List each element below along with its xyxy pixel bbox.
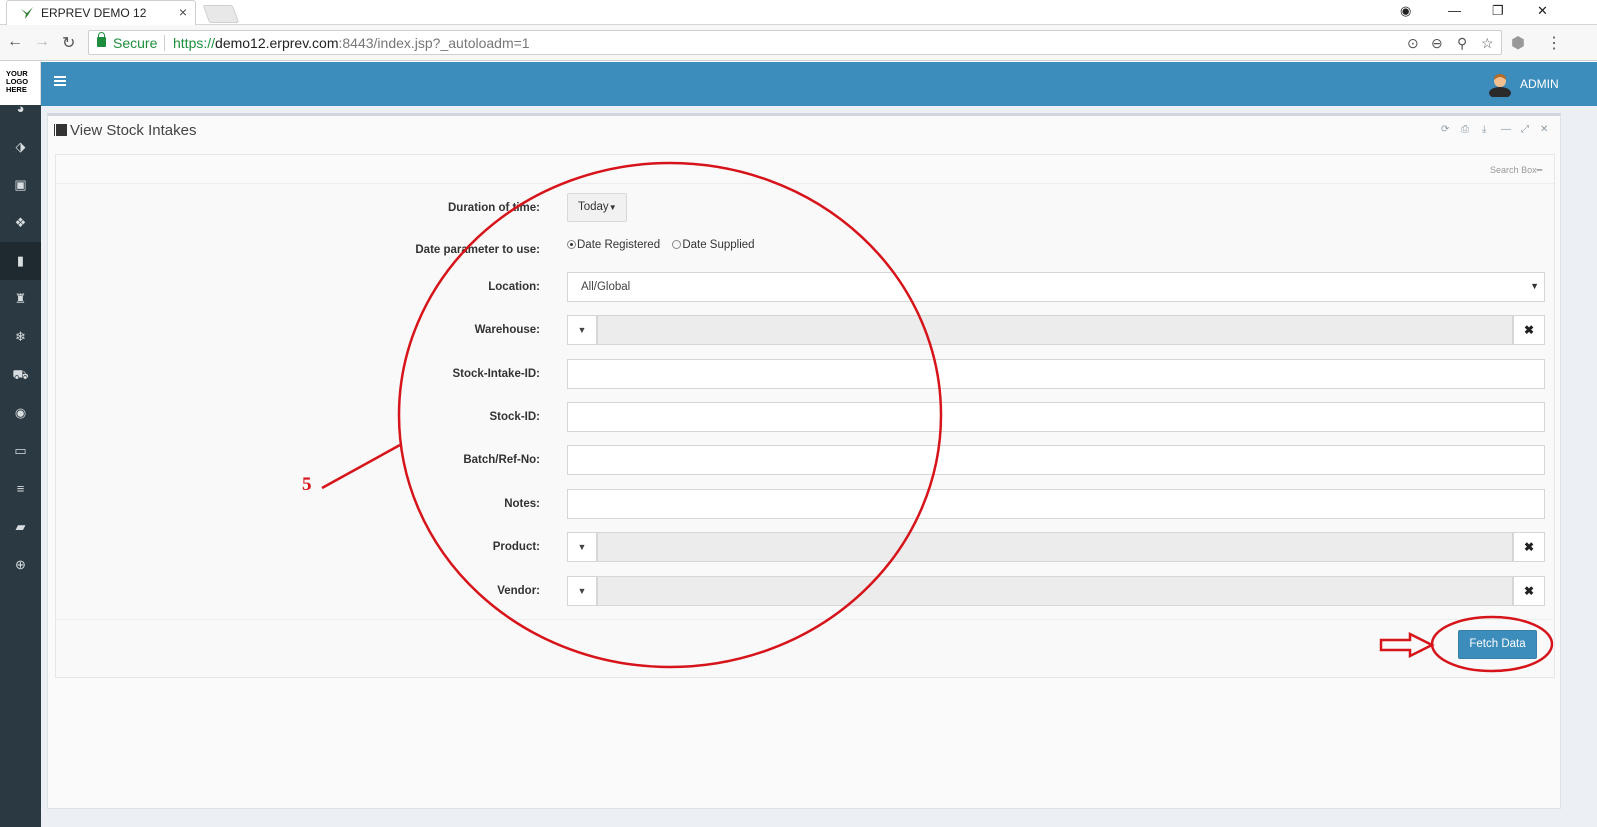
warehouse-clear-icon[interactable]: ✖ xyxy=(1513,315,1545,345)
sidebar: YOUR LOGO HERE ◕ ⬗ ▣ ❖ ▮ ♜ ❄ ⛟ ◉ ▭ ≡ ▰ ⊕ xyxy=(0,62,41,827)
search-box-text: Search Box xyxy=(1490,165,1537,175)
address-bar: ← → ↻ Secure https://demo12.erprev.com:8… xyxy=(0,25,1597,61)
back-icon[interactable]: ← xyxy=(7,33,23,51)
money-icon[interactable]: ▣ xyxy=(0,166,41,204)
select-caret-icon: ▼ xyxy=(1530,281,1539,291)
stock-intake-id-input[interactable] xyxy=(567,359,1545,389)
form-divider xyxy=(55,619,1553,620)
notes-label: Notes: xyxy=(504,498,540,510)
radio-date-registered-label: Date Registered xyxy=(577,239,661,251)
lock-icon xyxy=(97,32,106,47)
date-param-options: Date Registered Date Supplied xyxy=(567,239,755,251)
url-scheme: https:// xyxy=(173,35,216,51)
refresh-icon[interactable]: ⟳ xyxy=(1441,124,1449,135)
expand-icon[interactable]: ⤢ xyxy=(1521,124,1529,135)
url-path: :8443/index.jsp?_autoloadm=1 xyxy=(338,35,530,51)
browser-menu-icon[interactable]: ⋮ xyxy=(1546,33,1562,53)
browser-tab[interactable]: ERPREV DEMO 12 × xyxy=(6,0,196,25)
cubes-icon[interactable]: ❖ xyxy=(0,204,41,242)
url-input[interactable]: Secure https://demo12.erprev.com:8443/in… xyxy=(88,30,1502,55)
new-tab-button[interactable] xyxy=(202,5,240,23)
radio-date-supplied-label: Date Supplied xyxy=(682,239,755,251)
profile-icon[interactable]: ◉ xyxy=(1400,3,1411,19)
desktop-icon[interactable]: ▭ xyxy=(0,432,41,470)
warehouse-toggle[interactable]: ▼ xyxy=(567,315,597,345)
browser-tab-bar: ERPREV DEMO 12 × ◉ — ❐ ✕ xyxy=(0,0,1597,25)
location-icon[interactable]: ⊙ xyxy=(1407,35,1419,52)
pin-icon[interactable]: ⚲ xyxy=(1457,35,1467,52)
radio-unchecked-icon xyxy=(672,240,682,249)
caret-down-icon: ▼ xyxy=(608,203,617,212)
location-select[interactable]: All/Global ▼ xyxy=(567,272,1545,302)
menu-toggle-icon[interactable] xyxy=(54,76,66,86)
vendor-label: Vendor: xyxy=(497,585,540,597)
minimize-icon[interactable]: — xyxy=(1448,3,1461,18)
search-box-header: Search Box━ xyxy=(56,155,1554,184)
dashboard-icon[interactable]: ◕ xyxy=(0,90,41,128)
bookmark-star-icon[interactable]: ☆ xyxy=(1481,35,1494,52)
user-name[interactable]: ADMIN xyxy=(1520,77,1559,91)
url-text: https://demo12.erprev.com:8443/index.jsp… xyxy=(173,35,530,51)
batch-ref-label: Batch/Ref-No: xyxy=(463,454,540,466)
fetch-data-button[interactable]: Fetch Data xyxy=(1458,630,1537,659)
book-icon[interactable]: ▰ xyxy=(0,508,41,546)
url-host: demo12.erprev.com xyxy=(215,35,339,51)
vendor-clear-icon[interactable]: ✖ xyxy=(1513,576,1545,606)
forward-icon[interactable]: → xyxy=(34,33,50,51)
duration-value: Today xyxy=(578,201,609,213)
reload-icon[interactable]: ↻ xyxy=(62,33,75,53)
stock-id-input[interactable] xyxy=(567,402,1545,432)
stock-id-label: Stock-ID: xyxy=(489,411,540,423)
location-value: All/Global xyxy=(581,281,631,293)
radio-date-registered[interactable]: Date Registered xyxy=(567,239,660,251)
product-label: Product: xyxy=(492,541,540,553)
print-icon[interactable]: ⎙ xyxy=(1461,124,1469,135)
panel-close-icon[interactable]: ✕ xyxy=(1540,124,1548,135)
erprev-favicon-icon xyxy=(21,7,33,19)
page-title-text: View Stock Intakes xyxy=(70,122,197,139)
main-content: View Stock Intakes ⟳ ⎙ ⤓ — ⤢ ✕ Search Bo… xyxy=(41,106,1597,827)
database-icon[interactable]: ≡ xyxy=(0,470,41,508)
building-icon[interactable]: ▮ xyxy=(0,242,41,280)
product-select[interactable] xyxy=(597,532,1513,562)
annotation-number: 5 xyxy=(302,474,312,495)
location-label: Location: xyxy=(488,281,540,293)
radio-date-supplied[interactable]: Date Supplied xyxy=(672,239,755,251)
page-title: View Stock Intakes xyxy=(53,122,196,139)
radio-checked-icon xyxy=(567,240,576,249)
duration-dropdown[interactable]: Today▼ xyxy=(567,193,627,222)
feed-icon[interactable]: ◉ xyxy=(0,394,41,432)
warehouse-select[interactable] xyxy=(597,315,1513,345)
tab-title: ERPREV DEMO 12 xyxy=(41,6,147,20)
restore-icon[interactable]: ❐ xyxy=(1492,3,1504,19)
tab-close-icon[interactable]: × xyxy=(179,4,187,20)
lifebuoy-icon[interactable]: ⊕ xyxy=(0,546,41,584)
collapse-icon[interactable]: — xyxy=(1501,124,1511,135)
stock-intake-id-label: Stock-Intake-ID: xyxy=(452,368,540,380)
warehouse-label: Warehouse: xyxy=(474,324,540,336)
product-clear-icon[interactable]: ✖ xyxy=(1513,532,1545,562)
zoom-icon[interactable]: ⊖ xyxy=(1431,35,1443,52)
cart-icon[interactable]: ⛟ xyxy=(0,356,41,394)
vendor-select[interactable] xyxy=(597,576,1513,606)
bucket-icon[interactable]: ♜ xyxy=(0,280,41,318)
list-icon xyxy=(53,124,67,136)
user-avatar-icon[interactable] xyxy=(1488,71,1512,97)
product-toggle[interactable]: ▼ xyxy=(567,532,597,562)
tag-icon[interactable]: ⬗ xyxy=(0,128,41,166)
batch-ref-input[interactable] xyxy=(567,445,1545,475)
download-icon[interactable]: ⤓ xyxy=(1482,124,1486,135)
window-close-icon[interactable]: ✕ xyxy=(1537,3,1548,19)
top-header: ADMIN xyxy=(41,62,1597,106)
secure-label: Secure xyxy=(113,35,158,51)
snowflake-icon[interactable]: ❄ xyxy=(0,318,41,356)
notes-input[interactable] xyxy=(567,489,1545,519)
duration-label: Duration of time: xyxy=(448,202,540,214)
extension-icon[interactable]: ⬢ xyxy=(1511,33,1525,53)
omnibox-divider xyxy=(164,35,165,51)
vendor-toggle[interactable]: ▼ xyxy=(567,576,597,606)
date-param-label: Date parameter to use: xyxy=(415,244,540,256)
search-box-label[interactable]: Search Box━ xyxy=(1490,165,1542,176)
